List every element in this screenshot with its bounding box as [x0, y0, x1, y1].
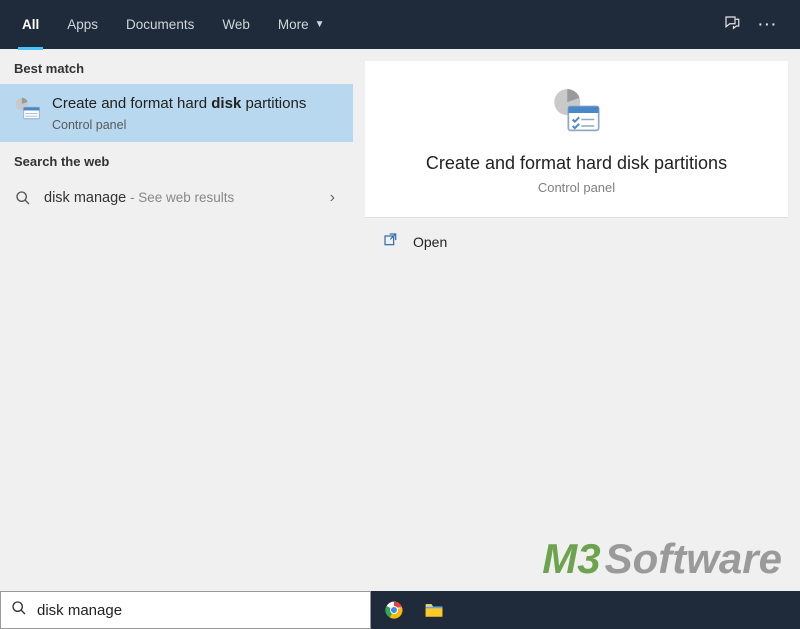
watermark-m3: M3	[542, 535, 600, 583]
tab-label: Apps	[67, 17, 98, 32]
taskbar-apps	[371, 591, 800, 629]
preview-title: Create and format hard disk partitions	[426, 153, 727, 174]
results-pane: Best match Create and format hard disk p…	[0, 49, 353, 591]
tab-apps[interactable]: Apps	[53, 0, 112, 49]
result-title: Create and format hard disk partitions	[52, 94, 339, 114]
search-filter-tabs: All Apps Documents Web More ▼ ···	[0, 0, 800, 49]
tab-documents[interactable]: Documents	[112, 0, 208, 49]
preview-subtitle: Control panel	[538, 180, 615, 195]
open-action[interactable]: Open	[365, 218, 788, 265]
tab-more[interactable]: More ▼	[264, 0, 339, 49]
web-search-result[interactable]: disk manage - See web results ›	[0, 177, 353, 219]
main-area: Best match Create and format hard disk p…	[0, 49, 800, 591]
disk-management-icon	[14, 96, 42, 124]
disk-management-icon-large	[551, 87, 603, 139]
search-icon	[14, 190, 32, 206]
tab-label: Documents	[126, 17, 194, 32]
tab-label: Web	[222, 17, 250, 32]
tabs-right-group: ···	[723, 14, 793, 35]
preview-card: Create and format hard disk partitions C…	[365, 61, 788, 218]
feedback-icon[interactable]	[723, 14, 741, 35]
tab-all[interactable]: All	[8, 0, 53, 49]
more-options-icon[interactable]: ···	[759, 17, 779, 32]
taskbar-search-box[interactable]	[0, 591, 371, 629]
web-result-text: disk manage - See web results	[44, 190, 318, 206]
open-icon	[383, 232, 399, 251]
taskbar	[0, 591, 800, 629]
section-header-best-match: Best match	[0, 49, 353, 84]
web-result-query: disk manage	[44, 190, 126, 206]
open-label: Open	[413, 234, 447, 250]
search-input[interactable]	[37, 602, 360, 619]
result-text-block: Create and format hard disk partitions C…	[52, 94, 339, 132]
tabs-left-group: All Apps Documents Web More ▼	[8, 0, 339, 49]
tab-web[interactable]: Web	[208, 0, 264, 49]
chevron-down-icon: ▼	[315, 19, 325, 30]
watermark-rest: Software	[605, 535, 782, 583]
search-icon	[11, 600, 27, 621]
web-result-suffix: - See web results	[126, 190, 234, 205]
best-match-result[interactable]: Create and format hard disk partitions C…	[0, 84, 353, 142]
tab-label: More	[278, 17, 309, 32]
title-bold: disk	[211, 95, 241, 112]
chevron-right-icon: ›	[330, 189, 339, 207]
chrome-icon[interactable]	[383, 599, 405, 621]
tab-label: All	[22, 17, 39, 32]
watermark-logo: M3 Software	[542, 535, 782, 583]
preview-pane: Create and format hard disk partitions C…	[353, 49, 800, 591]
file-explorer-icon[interactable]	[423, 599, 445, 621]
result-subtitle: Control panel	[52, 118, 339, 132]
section-header-web: Search the web	[0, 142, 353, 177]
title-suffix: partitions	[241, 95, 306, 112]
title-prefix: Create and format hard	[52, 95, 211, 112]
